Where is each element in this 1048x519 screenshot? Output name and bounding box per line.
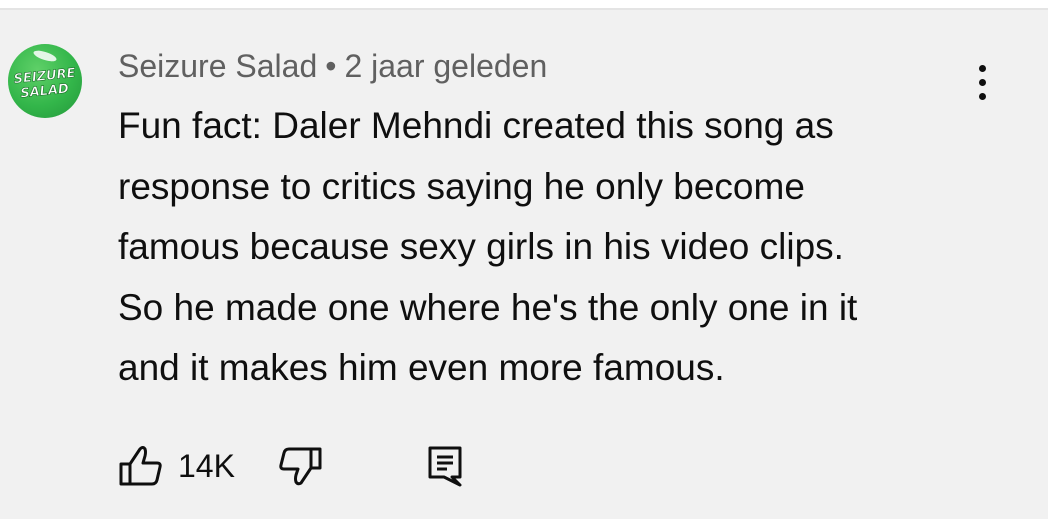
- author-name[interactable]: Seizure Salad: [118, 48, 317, 84]
- avatar[interactable]: SEIZURE SALAD: [8, 44, 82, 118]
- comment-timestamp[interactable]: 2 jaar geleden: [344, 48, 547, 84]
- comment-meta: Seizure Salad • 2 jaar geleden: [118, 46, 547, 86]
- reply-button[interactable]: [427, 445, 463, 487]
- more-vertical-icon: [978, 64, 986, 72]
- like-button[interactable]: 14K: [118, 445, 235, 487]
- thumbs-down-icon: [279, 447, 322, 486]
- thumbs-up-icon: [119, 446, 162, 486]
- avatar-logo: SEIZURE SALAD: [13, 50, 77, 102]
- like-count: 14K: [178, 447, 235, 484]
- more-vertical-icon-dot: [978, 78, 986, 86]
- dislike-button[interactable]: [279, 446, 323, 486]
- comment-text: Fun fact: Daler Mehndi created this song…: [118, 105, 858, 388]
- comment-actions: 14K: [118, 440, 463, 492]
- reply-comment-icon: [428, 446, 462, 487]
- top-divider: [0, 0, 1048, 10]
- meta-separator: •: [325, 48, 337, 84]
